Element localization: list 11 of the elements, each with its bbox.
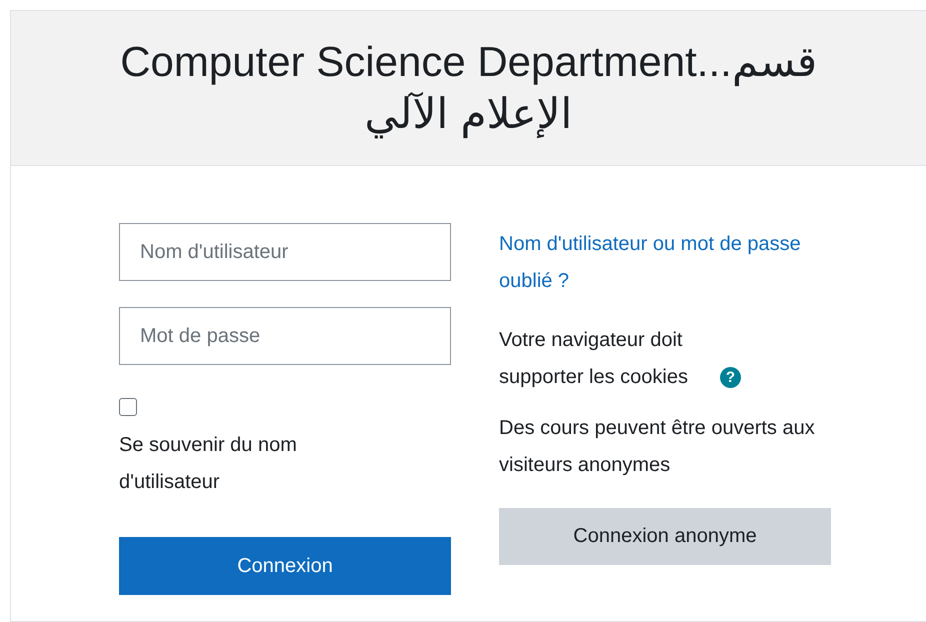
password-field[interactable]: Mot de passe	[119, 307, 451, 365]
guest-login-button[interactable]: Connexion anonyme	[499, 508, 831, 565]
login-button[interactable]: Connexion	[119, 537, 451, 595]
cookies-notice: Votre navigateur doit supporter les cookies	[499, 328, 689, 390]
guest-notice: Des cours peuvent être ouverts aux visiteurs anonymes	[499, 416, 816, 478]
help-icon[interactable]: ?	[720, 367, 741, 388]
forgot-password-link[interactable]: Nom d'utilisateur ou mot de passe oublié ?	[499, 226, 809, 300]
remember-label: Se souvenir du nom d'utilisateur	[119, 433, 298, 495]
username-field[interactable]: Nom d'utilisateur	[119, 223, 451, 281]
remember-checkbox[interactable]	[119, 398, 137, 416]
site-title: Computer Science Department...قسم الإعلام الآلي	[119, 37, 818, 140]
